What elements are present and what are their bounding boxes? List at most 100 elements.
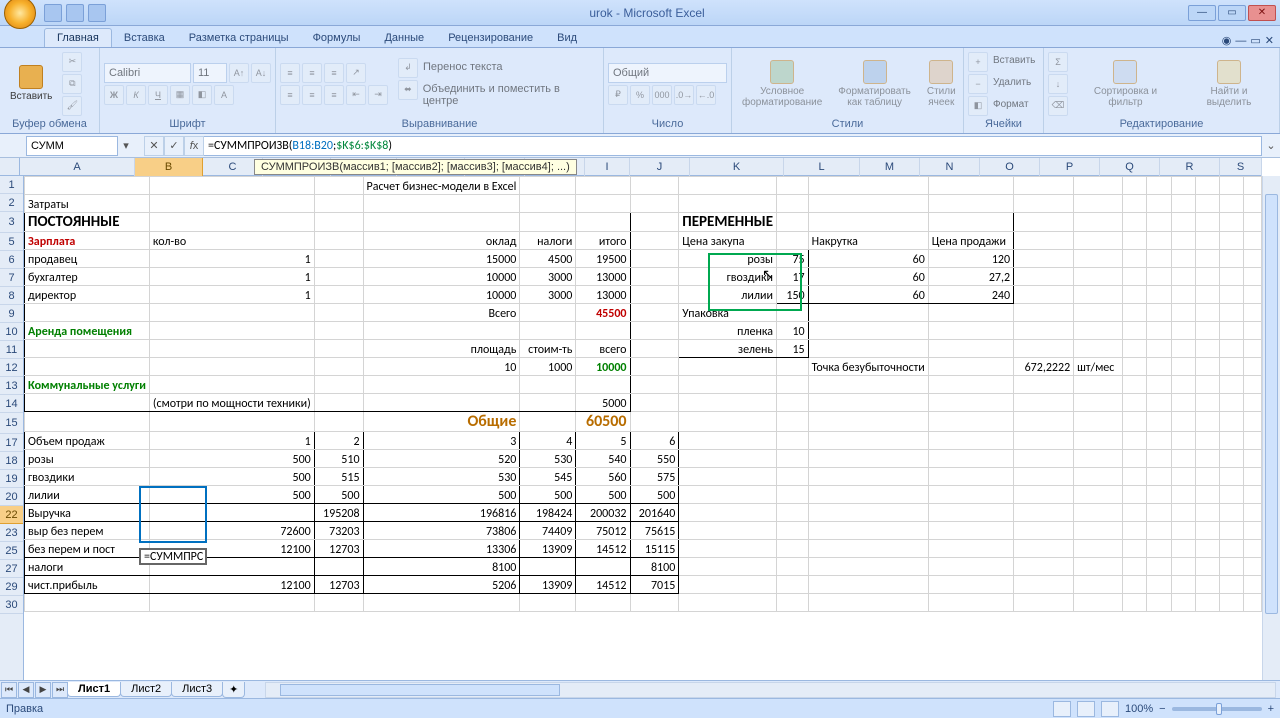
cell[interactable] — [576, 376, 630, 394]
sheet-tab-3[interactable]: Лист3 — [171, 682, 223, 697]
cell[interactable] — [149, 504, 314, 522]
row-header-7[interactable]: 7 — [0, 269, 23, 287]
cell[interactable] — [314, 213, 363, 232]
cell[interactable] — [1074, 268, 1123, 286]
cell[interactable] — [777, 232, 809, 250]
cell[interactable]: 550 — [630, 450, 679, 468]
cell[interactable] — [1147, 286, 1171, 304]
cell[interactable] — [1195, 232, 1219, 250]
cell[interactable] — [1195, 177, 1219, 195]
cell[interactable] — [1123, 576, 1147, 594]
cell[interactable] — [1074, 177, 1123, 195]
cell[interactable]: 2 — [314, 432, 363, 450]
cell[interactable]: (смотри по мощности техники) — [149, 394, 314, 412]
close-button[interactable]: ✕ — [1248, 5, 1276, 21]
cell[interactable]: 530 — [520, 450, 576, 468]
cell[interactable] — [1243, 177, 1261, 195]
cell[interactable] — [1147, 394, 1171, 412]
paste-button[interactable]: Вставить — [4, 51, 58, 117]
cell[interactable] — [1171, 522, 1195, 540]
sheet-tab-2[interactable]: Лист2 — [120, 682, 172, 697]
cell[interactable] — [25, 412, 150, 432]
maximize-button[interactable]: ▭ — [1218, 5, 1246, 21]
cell[interactable] — [777, 177, 809, 195]
cell[interactable]: 500 — [630, 486, 679, 504]
cell[interactable] — [630, 412, 679, 432]
cell[interactable]: 240 — [928, 286, 1013, 304]
cell[interactable] — [777, 468, 809, 486]
col-header-K[interactable]: K — [690, 158, 784, 176]
cell[interactable]: 10 — [363, 358, 520, 376]
cell[interactable] — [1195, 504, 1219, 522]
cell[interactable] — [1074, 394, 1123, 412]
cell[interactable] — [1014, 286, 1074, 304]
cell[interactable] — [1074, 286, 1123, 304]
cell[interactable] — [1074, 558, 1123, 576]
cell[interactable] — [1195, 486, 1219, 504]
cell[interactable]: 530 — [363, 468, 520, 486]
col-header-S[interactable]: S — [1220, 158, 1262, 176]
cell[interactable] — [1074, 522, 1123, 540]
cell[interactable] — [1171, 394, 1195, 412]
tab-formulas[interactable]: Формулы — [301, 29, 373, 47]
cell[interactable] — [1123, 213, 1147, 232]
cell[interactable] — [777, 432, 809, 450]
cell[interactable] — [630, 213, 679, 232]
cell[interactable] — [1171, 232, 1195, 250]
cell[interactable] — [679, 576, 777, 594]
row-header-3[interactable]: 3 — [0, 212, 23, 233]
cell[interactable] — [314, 358, 363, 376]
cell[interactable]: 10 — [777, 322, 809, 340]
cell[interactable]: 60 — [808, 250, 928, 268]
cell[interactable]: 15115 — [630, 540, 679, 558]
cell[interactable] — [149, 412, 314, 432]
redo-icon[interactable] — [88, 4, 106, 22]
merge-center-icon[interactable]: ⬌ — [398, 80, 418, 100]
cell[interactable] — [1123, 412, 1147, 432]
cell[interactable]: 27,2 — [928, 268, 1013, 286]
align-left-icon[interactable]: ≡ — [280, 85, 300, 105]
cell[interactable] — [679, 522, 777, 540]
cell[interactable] — [1171, 340, 1195, 358]
col-header-N[interactable]: N — [920, 158, 980, 176]
cell[interactable] — [314, 250, 363, 268]
cell[interactable]: 1 — [149, 432, 314, 450]
cell[interactable]: 10000 — [576, 358, 630, 376]
cell[interactable] — [149, 340, 314, 358]
cell[interactable] — [808, 468, 928, 486]
cell[interactable]: 500 — [149, 486, 314, 504]
cell[interactable]: 10000 — [363, 268, 520, 286]
cell[interactable] — [149, 358, 314, 376]
cell[interactable] — [808, 486, 928, 504]
cell[interactable]: 14512 — [576, 576, 630, 594]
cell[interactable] — [1219, 432, 1243, 450]
row-header-8[interactable]: 8 — [0, 287, 23, 305]
cell[interactable] — [679, 468, 777, 486]
enter-formula-button[interactable]: ✓ — [164, 136, 184, 156]
cell[interactable] — [363, 376, 520, 394]
cell[interactable]: 45500 — [576, 304, 630, 322]
cell[interactable] — [808, 450, 928, 468]
cell[interactable]: 198424 — [520, 504, 576, 522]
cell[interactable] — [1014, 177, 1074, 195]
cell[interactable]: 500 — [314, 486, 363, 504]
cell[interactable] — [1195, 322, 1219, 340]
cell[interactable]: лилии — [25, 486, 150, 504]
cell[interactable]: 13000 — [576, 268, 630, 286]
cell[interactable] — [1195, 304, 1219, 322]
cell[interactable] — [1171, 286, 1195, 304]
cell[interactable] — [1195, 376, 1219, 394]
cell[interactable] — [1171, 450, 1195, 468]
cell[interactable] — [1147, 232, 1171, 250]
cell[interactable] — [1171, 177, 1195, 195]
cell[interactable] — [1123, 177, 1147, 195]
cell[interactable] — [1243, 412, 1261, 432]
cell[interactable] — [25, 304, 150, 322]
cell[interactable] — [1219, 232, 1243, 250]
cell[interactable] — [1123, 195, 1147, 213]
cell[interactable] — [1219, 576, 1243, 594]
cell[interactable] — [149, 322, 314, 340]
cell[interactable] — [777, 213, 809, 232]
cell[interactable] — [928, 322, 1013, 340]
cell[interactable]: гвоздики — [679, 268, 777, 286]
